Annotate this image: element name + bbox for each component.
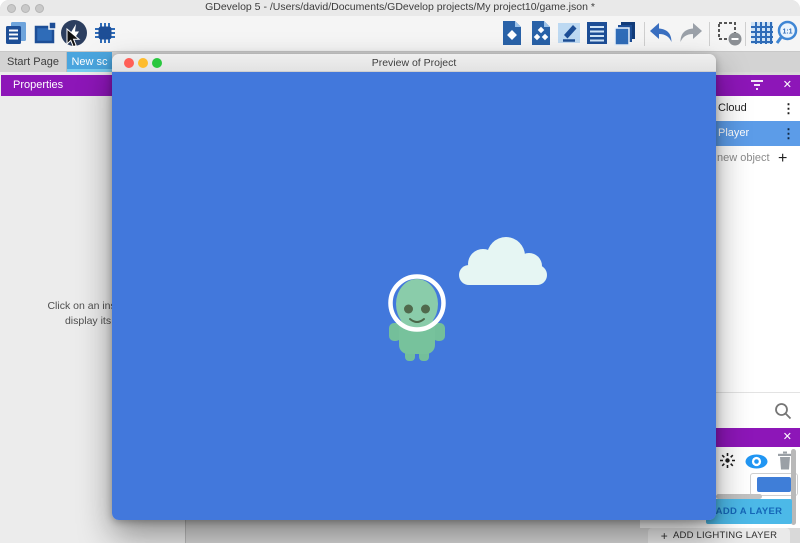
layers-panel-close-icon[interactable]: ✕ [783, 428, 792, 447]
project-manager-icon[interactable] [3, 20, 29, 48]
tab-new-scene[interactable]: New sc [67, 52, 112, 72]
add-object-label: new object [717, 146, 770, 171]
add-object-icon[interactable]: + [778, 146, 787, 171]
debug-icon[interactable] [92, 20, 118, 48]
scene-properties-icon[interactable] [556, 20, 582, 48]
cloud-sprite [455, 233, 549, 287]
tab-start-page-label: Start Page [7, 56, 59, 68]
game-canvas[interactable] [112, 72, 716, 520]
layer-color-swatch [757, 477, 791, 492]
object-name: Cloud [718, 96, 747, 121]
tab-start-page[interactable]: Start Page [0, 52, 67, 72]
add-icon: + [661, 529, 668, 543]
preview-titlebar[interactable]: Preview of Project [112, 54, 716, 72]
zoom-1-1-icon[interactable]: 1:1 [774, 20, 798, 48]
effects-icon[interactable] [719, 452, 736, 469]
visibility-eye-icon[interactable] [745, 454, 768, 469]
add-lighting-layer-label: ADD LIGHTING LAYER [673, 530, 777, 541]
layers-editor-icon[interactable] [612, 20, 638, 48]
tab-new-scene-label: New sc [71, 56, 107, 68]
gdevelop-window: GDevelop 5 - /Users/david/Documents/GDev… [0, 0, 800, 543]
svg-text:1:1: 1:1 [782, 29, 792, 36]
undo-icon[interactable] [648, 20, 674, 48]
player-sprite [367, 243, 467, 363]
preview-window-icon[interactable] [33, 20, 59, 48]
app-titlebar: GDevelop 5 - /Users/david/Documents/GDev… [0, 0, 800, 16]
properties-panel-title: Properties [13, 79, 63, 91]
preview-title: Preview of Project [112, 54, 716, 72]
toolbar-separator [644, 22, 645, 46]
add-layer-button[interactable]: ADD A LAYER [706, 499, 792, 524]
preview-window: Preview of Project [112, 54, 716, 520]
objects-editor-icon[interactable] [499, 20, 525, 48]
mouse-cursor [66, 28, 81, 49]
objects-panel-close-icon[interactable]: ✕ [783, 75, 792, 96]
search-icon[interactable] [774, 402, 792, 420]
add-lighting-layer-button[interactable]: + ADD LIGHTING LAYER [648, 528, 790, 543]
toolbar-separator [745, 22, 746, 46]
instances-list-icon[interactable] [584, 20, 610, 48]
object-groups-icon[interactable] [528, 20, 554, 48]
toolbar-separator [709, 22, 710, 46]
redo-icon[interactable] [678, 20, 704, 48]
app-title: GDevelop 5 - /Users/david/Documents/GDev… [0, 1, 800, 13]
object-menu-dots-icon[interactable]: ⋮ [782, 121, 795, 146]
mask-icon[interactable] [716, 20, 742, 48]
object-name: Player [718, 121, 749, 146]
main-toolbar: 1:1 [0, 16, 800, 52]
grid-icon[interactable] [749, 20, 775, 48]
object-menu-dots-icon[interactable]: ⋮ [782, 96, 795, 121]
filter-icon[interactable] [750, 79, 764, 92]
